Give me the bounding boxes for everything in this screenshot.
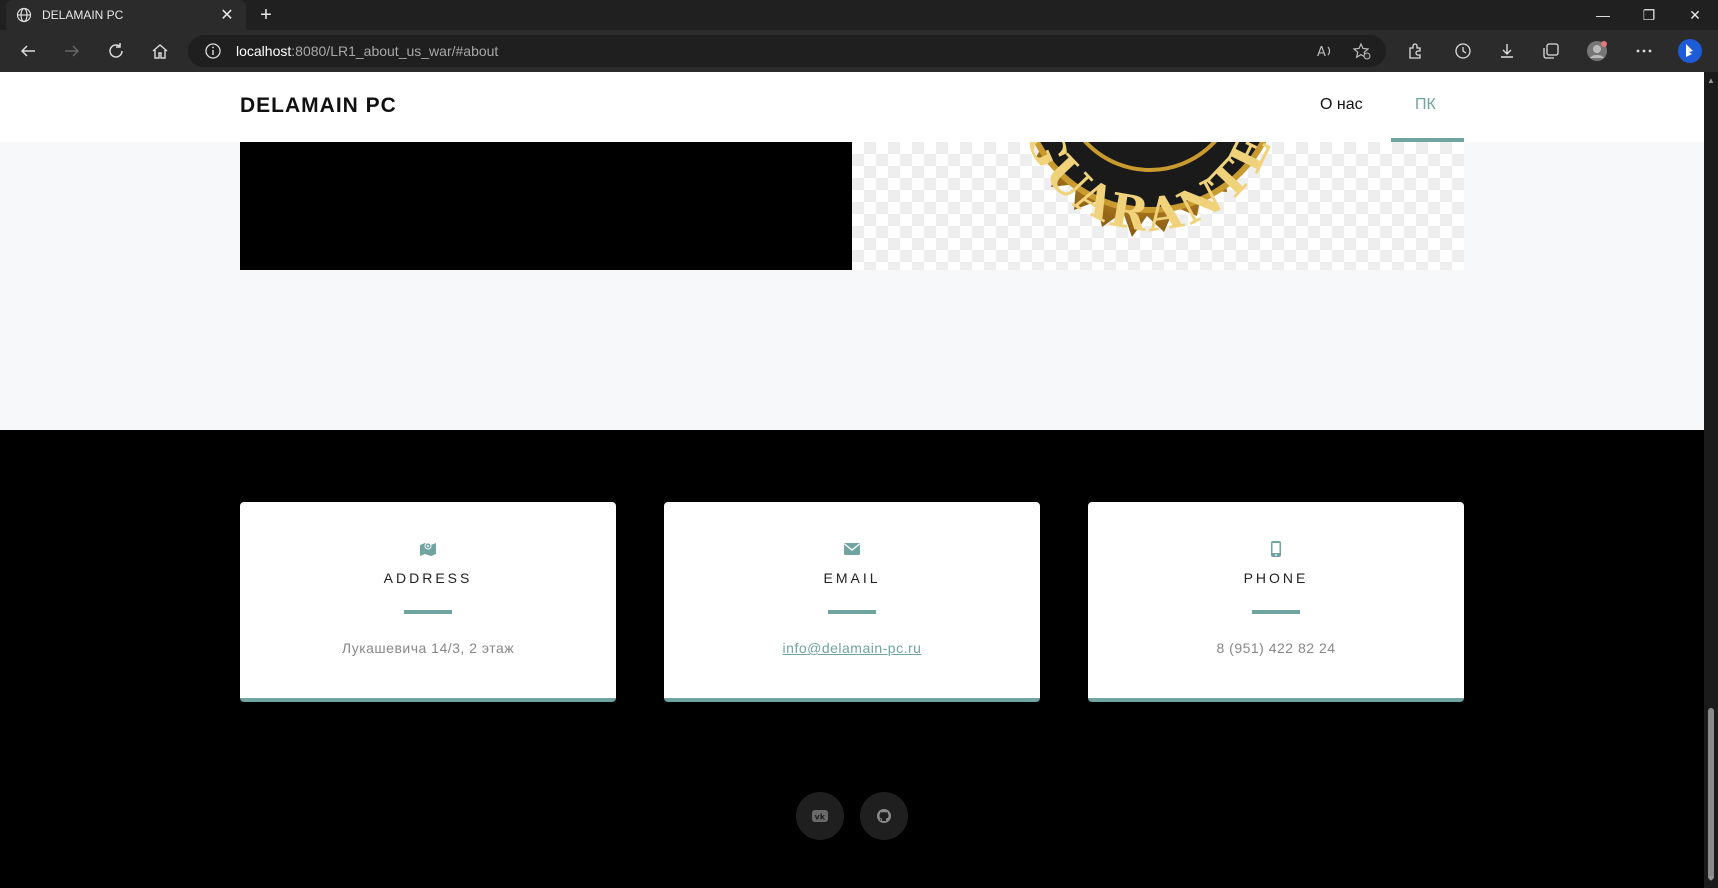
contact-card-email: EMAIL info@delamain-pc.ru	[664, 502, 1040, 702]
read-aloud-icon[interactable]: A	[1316, 35, 1334, 67]
home-icon	[152, 44, 168, 59]
avatar-icon	[1587, 41, 1607, 61]
vk-button[interactable]: vk	[796, 792, 844, 840]
mobile-icon	[1271, 541, 1281, 557]
browser-toolbar: localhost:8080/LR1_about_us_war/#about A	[0, 30, 1718, 72]
history-button[interactable]	[1447, 35, 1479, 67]
forward-arrow-icon	[65, 45, 80, 57]
collections-icon	[1543, 43, 1559, 59]
browser-tab[interactable]: DELAMAIN PC ✕	[6, 0, 246, 30]
globe-icon	[16, 7, 32, 23]
nav-item-pc[interactable]: ПК	[1415, 96, 1436, 114]
title-divider	[1252, 610, 1300, 614]
github-icon	[877, 809, 891, 823]
back-arrow-icon	[20, 45, 35, 57]
contact-title: EMAIL	[823, 570, 881, 586]
vk-icon: vk	[812, 810, 828, 822]
address-bar[interactable]: localhost:8080/LR1_about_us_war/#about A	[188, 35, 1386, 67]
contact-title: PHONE	[1243, 570, 1309, 586]
minimize-icon[interactable]: —	[1580, 0, 1626, 30]
profile-button[interactable]	[1581, 35, 1613, 67]
reload-icon	[109, 43, 123, 58]
svg-text:vk: vk	[815, 813, 826, 822]
bing-icon	[1678, 39, 1702, 63]
new-tab-button[interactable]: +	[254, 2, 278, 28]
image-placeholder	[240, 142, 852, 270]
map-icon	[420, 542, 436, 556]
title-divider	[404, 610, 452, 614]
page-scrollbar[interactable]: ▲ ▼	[1704, 72, 1718, 888]
email-link[interactable]: info@delamain-pc.ru	[664, 640, 1040, 656]
svg-text:A: A	[1317, 45, 1326, 60]
scrollbar-thumb[interactable]	[1708, 708, 1714, 880]
address-text: Лукашевича 14/3, 2 этаж	[341, 640, 515, 656]
envelope-icon	[844, 543, 860, 555]
history-icon	[1455, 43, 1471, 59]
scroll-down-icon[interactable]: ▼	[1707, 874, 1715, 883]
guarantee-image: GUARANTEED	[852, 142, 1464, 270]
nav-active-indicator	[1391, 138, 1464, 142]
reload-button[interactable]	[100, 35, 132, 67]
contact-footer: ADDRESS Лукашевича 14/3, 2 этаж EMAIL in…	[0, 430, 1704, 888]
nav-item-about[interactable]: О нас	[1320, 96, 1363, 114]
puzzle-icon	[1409, 43, 1421, 59]
downloads-button[interactable]	[1491, 35, 1523, 67]
brand-logo[interactable]: DELAMAIN PC	[240, 94, 397, 118]
forward-button[interactable]	[56, 35, 88, 67]
close-tab-icon[interactable]: ✕	[218, 5, 236, 25]
tab-title: DELAMAIN PC	[42, 8, 124, 22]
url-path: :8080/LR1_about_us_war/#about	[291, 43, 499, 59]
phone-text: 8 (951) 422 82 24	[1216, 640, 1336, 656]
contact-title: ADDRESS	[383, 570, 473, 586]
home-button[interactable]	[144, 35, 176, 67]
back-button[interactable]	[12, 35, 44, 67]
title-divider	[828, 610, 876, 614]
more-menu-button[interactable]	[1628, 35, 1660, 67]
info-icon[interactable]	[204, 42, 222, 60]
contact-card-address: ADDRESS Лукашевича 14/3, 2 этаж	[240, 502, 616, 702]
web-page: GUARANTEED DELAMAIN PC О нас ПК ADDRESS …	[0, 72, 1704, 888]
scroll-up-icon[interactable]: ▲	[1707, 76, 1715, 85]
bing-button[interactable]	[1674, 35, 1706, 67]
ellipsis-icon	[1636, 49, 1652, 53]
browser-tab-bar: DELAMAIN PC ✕ + — ❐ ✕	[0, 0, 1718, 30]
site-header: DELAMAIN PC О нас ПК	[0, 72, 1704, 142]
download-icon	[1501, 44, 1513, 58]
extensions-button[interactable]	[1399, 35, 1431, 67]
favorite-add-icon[interactable]	[1352, 35, 1372, 67]
url-host: localhost	[236, 43, 292, 59]
restore-icon[interactable]: ❐	[1626, 0, 1672, 30]
github-button[interactable]	[860, 792, 908, 840]
guarantee-seal-icon: GUARANTEED	[982, 142, 1286, 243]
collections-button[interactable]	[1535, 35, 1567, 67]
contact-card-phone: PHONE 8 (951) 422 82 24	[1088, 502, 1464, 702]
close-window-icon[interactable]: ✕	[1672, 0, 1718, 30]
